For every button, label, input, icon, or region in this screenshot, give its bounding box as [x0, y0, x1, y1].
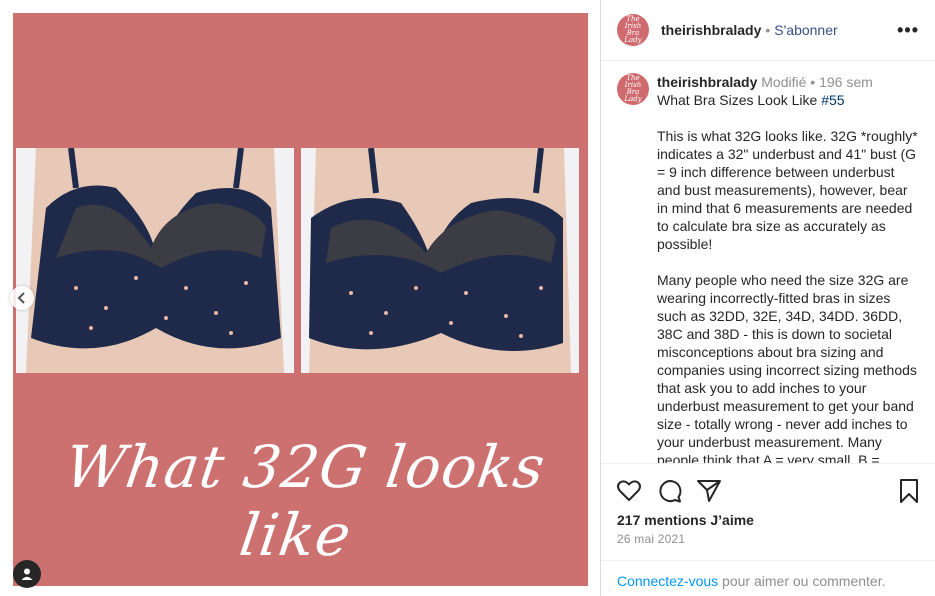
share-icon[interactable]: [696, 478, 722, 504]
comment-title-text: What Bra Sizes Look Like: [657, 92, 822, 108]
bookmark-icon[interactable]: [896, 478, 922, 504]
photo-front-view: [16, 148, 294, 373]
more-icon[interactable]: •••: [897, 20, 919, 41]
media-panel: What 32G looks like: [0, 0, 601, 596]
comment-meta: theirishbralady Modifié • 196 sem: [657, 73, 919, 91]
comment-username[interactable]: theirishbralady: [657, 74, 757, 90]
comment-title: What Bra Sizes Look Like #55: [657, 91, 919, 109]
user-tag-icon: [21, 568, 33, 580]
user-tag-button[interactable]: [13, 560, 41, 588]
post-header: The Irish Bra Lady theirishbralady • S'a…: [601, 0, 935, 61]
comment-icon[interactable]: [657, 478, 683, 504]
hashtag-link[interactable]: #55: [821, 92, 844, 108]
comment-paragraph-2: Many people who need the size 32G are we…: [657, 272, 917, 463]
login-prompt: Connectez-vous pour aimer ou commenter.: [601, 560, 935, 596]
login-link[interactable]: Connectez-vous: [617, 573, 718, 589]
carousel-prev-button[interactable]: [10, 286, 34, 310]
heart-icon[interactable]: [616, 478, 642, 504]
login-prompt-text: pour aimer ou commenter.: [718, 573, 886, 589]
comment-avatar[interactable]: The Irish Bra Lady: [617, 73, 649, 105]
header-username[interactable]: theirishbralady: [661, 22, 761, 38]
edited-label: Modifié: [761, 74, 807, 90]
header-separator: •: [765, 22, 771, 38]
likes-count[interactable]: 217 mentions J’aime: [617, 512, 754, 528]
action-bar: [601, 463, 935, 517]
post-image[interactable]: What 32G looks like: [13, 13, 588, 586]
image-caption-art: What 32G looks like: [60, 433, 550, 569]
comment-time[interactable]: 196 sem: [819, 74, 873, 90]
post-side-panel: The Irish Bra Lady theirishbralady • S'a…: [601, 0, 935, 596]
follow-button[interactable]: S'abonner: [774, 22, 837, 38]
photo-side-view: [301, 148, 579, 373]
chevron-left-icon: [17, 292, 25, 304]
avatar[interactable]: The Irish Bra Lady: [617, 14, 649, 46]
caption-comment: The Irish Bra Lady theirishbralady Modif…: [601, 61, 935, 463]
comment-separator: •: [810, 74, 816, 90]
post-date[interactable]: 26 mai 2021: [617, 532, 685, 546]
comment-paragraph-1: This is what 32G looks like. 32G *roughl…: [657, 128, 918, 252]
